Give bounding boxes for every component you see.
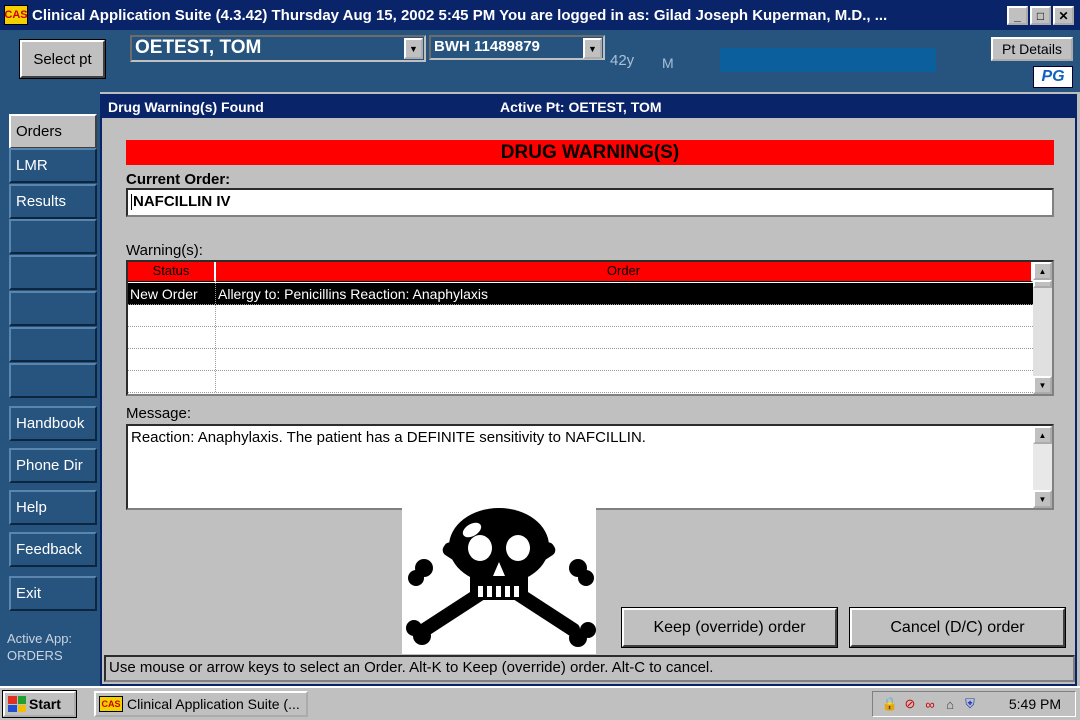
- cell-status: New Order: [128, 283, 216, 304]
- pt-details-button[interactable]: Pt Details: [991, 37, 1073, 61]
- scroll-up-icon[interactable]: ▲: [1033, 262, 1052, 280]
- cell-status: [128, 327, 216, 348]
- scroll-down-icon[interactable]: ▼: [1033, 490, 1052, 508]
- table-row[interactable]: New Order Allergy to: Penicillins Reacti…: [128, 283, 1033, 305]
- windows-logo-icon: [8, 696, 26, 712]
- cancel-dc-order-button[interactable]: Cancel (D/C) order: [850, 608, 1065, 647]
- scroll-up-icon[interactable]: ▲: [1033, 426, 1052, 444]
- nav-feedback[interactable]: Feedback: [9, 532, 97, 567]
- network-icon[interactable]: ⌂: [941, 695, 959, 713]
- mrn-combo[interactable]: BWH 11489879 ▼: [429, 35, 605, 60]
- column-header-status[interactable]: Status: [128, 262, 216, 282]
- cell-status: [128, 305, 216, 326]
- maximize-button[interactable]: □: [1030, 6, 1051, 25]
- nav-empty-4[interactable]: [9, 327, 97, 362]
- nav-empty-3[interactable]: [9, 291, 97, 326]
- cell-order: [216, 371, 1033, 392]
- message-box[interactable]: Reaction: Anaphylaxis. The patient has a…: [126, 424, 1054, 510]
- left-nav: Orders LMR Results Handbook Phone Dir He…: [0, 92, 100, 686]
- nav-empty-1[interactable]: [9, 219, 97, 254]
- table-row[interactable]: [128, 327, 1033, 349]
- chevron-down-icon[interactable]: ▼: [583, 38, 602, 59]
- cell-order: [216, 305, 1033, 326]
- dialog-titlebar: Drug Warning(s) Found Active Pt: OETEST,…: [102, 94, 1077, 118]
- nav-empty-2[interactable]: [9, 255, 97, 290]
- warning-banner: DRUG WARNING(S): [126, 140, 1054, 165]
- lock-icon[interactable]: 🔒: [881, 695, 899, 713]
- message-text: Reaction: Anaphylaxis. The patient has a…: [131, 429, 646, 446]
- message-label: Message:: [126, 405, 192, 422]
- nav-help[interactable]: Help: [9, 490, 97, 525]
- select-patient-button[interactable]: Select pt: [20, 40, 105, 78]
- no-entry-icon[interactable]: ⊘: [901, 695, 919, 713]
- mrn-value: BWH 11489879: [434, 38, 540, 55]
- drug-warning-dialog: Drug Warning(s) Found Active Pt: OETEST,…: [100, 94, 1077, 686]
- cell-order: [216, 349, 1033, 370]
- window-title: Clinical Application Suite (4.3.42) Thur…: [32, 6, 888, 24]
- start-button[interactable]: Start: [3, 691, 76, 717]
- scroll-thumb[interactable]: [1033, 280, 1052, 288]
- patient-name: OETEST, TOM: [135, 37, 262, 58]
- link-icon[interactable]: ∞: [921, 695, 939, 713]
- keep-override-order-button[interactable]: Keep (override) order: [622, 608, 837, 647]
- active-app-label: Active App:: [7, 631, 73, 646]
- message-scrollbar[interactable]: ▲ ▼: [1033, 426, 1052, 508]
- close-button[interactable]: ✕: [1053, 6, 1074, 25]
- grid-scrollbar[interactable]: ▲ ▼: [1033, 262, 1052, 394]
- skull-and-crossbones-icon: [402, 508, 596, 654]
- nav-phone-dir[interactable]: Phone Dir: [9, 448, 97, 483]
- taskbar-item-label: Clinical Application Suite (...: [127, 696, 300, 712]
- cas-app-icon: CAS: [99, 696, 123, 712]
- pg-logo: PG: [1033, 66, 1073, 88]
- table-row[interactable]: [128, 349, 1033, 371]
- scroll-down-icon[interactable]: ▼: [1033, 376, 1052, 394]
- active-app-indicator: Active App: ORDERS: [7, 630, 72, 664]
- active-patient-label: Active Pt: OETEST, TOM: [500, 99, 662, 115]
- dialog-title: Drug Warning(s) Found: [108, 99, 264, 115]
- windows-taskbar: Start CAS Clinical Application Suite (..…: [0, 686, 1080, 720]
- current-order-label: Current Order:: [126, 171, 231, 188]
- minimize-button[interactable]: _: [1007, 6, 1028, 25]
- patient-header: Select pt OETEST, TOM ▼ BWH 11489879 ▼ 4…: [0, 30, 1080, 92]
- nav-lmr[interactable]: LMR: [9, 148, 97, 183]
- current-order-value: NAFCILLIN IV: [133, 193, 231, 210]
- nav-results[interactable]: Results: [9, 184, 97, 219]
- text-caret: [131, 194, 132, 211]
- table-row[interactable]: [128, 371, 1033, 393]
- alert-bar: [720, 48, 936, 72]
- column-header-order[interactable]: Order: [216, 262, 1033, 282]
- shield-icon[interactable]: ⛨: [961, 695, 979, 713]
- cell-order: [216, 327, 1033, 348]
- patient-age: 42y: [610, 52, 635, 69]
- patient-name-combo[interactable]: OETEST, TOM ▼: [130, 35, 426, 62]
- app-icon: CAS: [4, 5, 28, 25]
- select-patient-label: Select pt: [33, 50, 92, 68]
- window-titlebar: CAS Clinical Application Suite (4.3.42) …: [0, 0, 1080, 30]
- table-row[interactable]: [128, 305, 1033, 327]
- window-controls: _ □ ✕: [1007, 6, 1074, 25]
- status-bar: Use mouse or arrow keys to select an Ord…: [104, 655, 1075, 682]
- taskbar-clock: 5:49 PM: [1008, 696, 1061, 712]
- warnings-grid[interactable]: Status Order New Order Allergy to: Penic…: [126, 260, 1054, 396]
- grid-header: Status Order: [128, 262, 1033, 282]
- taskbar-item-cas[interactable]: CAS Clinical Application Suite (...: [94, 691, 308, 717]
- patient-sex: M: [662, 55, 674, 71]
- current-order-field[interactable]: NAFCILLIN IV: [126, 188, 1054, 217]
- chevron-down-icon[interactable]: ▼: [404, 38, 423, 59]
- warnings-label: Warning(s):: [126, 242, 203, 259]
- nav-empty-5[interactable]: [9, 363, 97, 398]
- system-tray: 🔒 ⊘ ∞ ⌂ ⛨ 5:49 PM: [872, 691, 1076, 717]
- active-app-value: ORDERS: [7, 648, 63, 663]
- nav-orders[interactable]: Orders: [9, 114, 97, 149]
- nav-handbook[interactable]: Handbook: [9, 406, 97, 441]
- cell-order: Allergy to: Penicillins Reaction: Anaphy…: [218, 286, 489, 302]
- cell-status: [128, 371, 216, 392]
- nav-exit[interactable]: Exit: [9, 576, 97, 611]
- cell-status: [128, 349, 216, 370]
- start-label: Start: [29, 696, 61, 712]
